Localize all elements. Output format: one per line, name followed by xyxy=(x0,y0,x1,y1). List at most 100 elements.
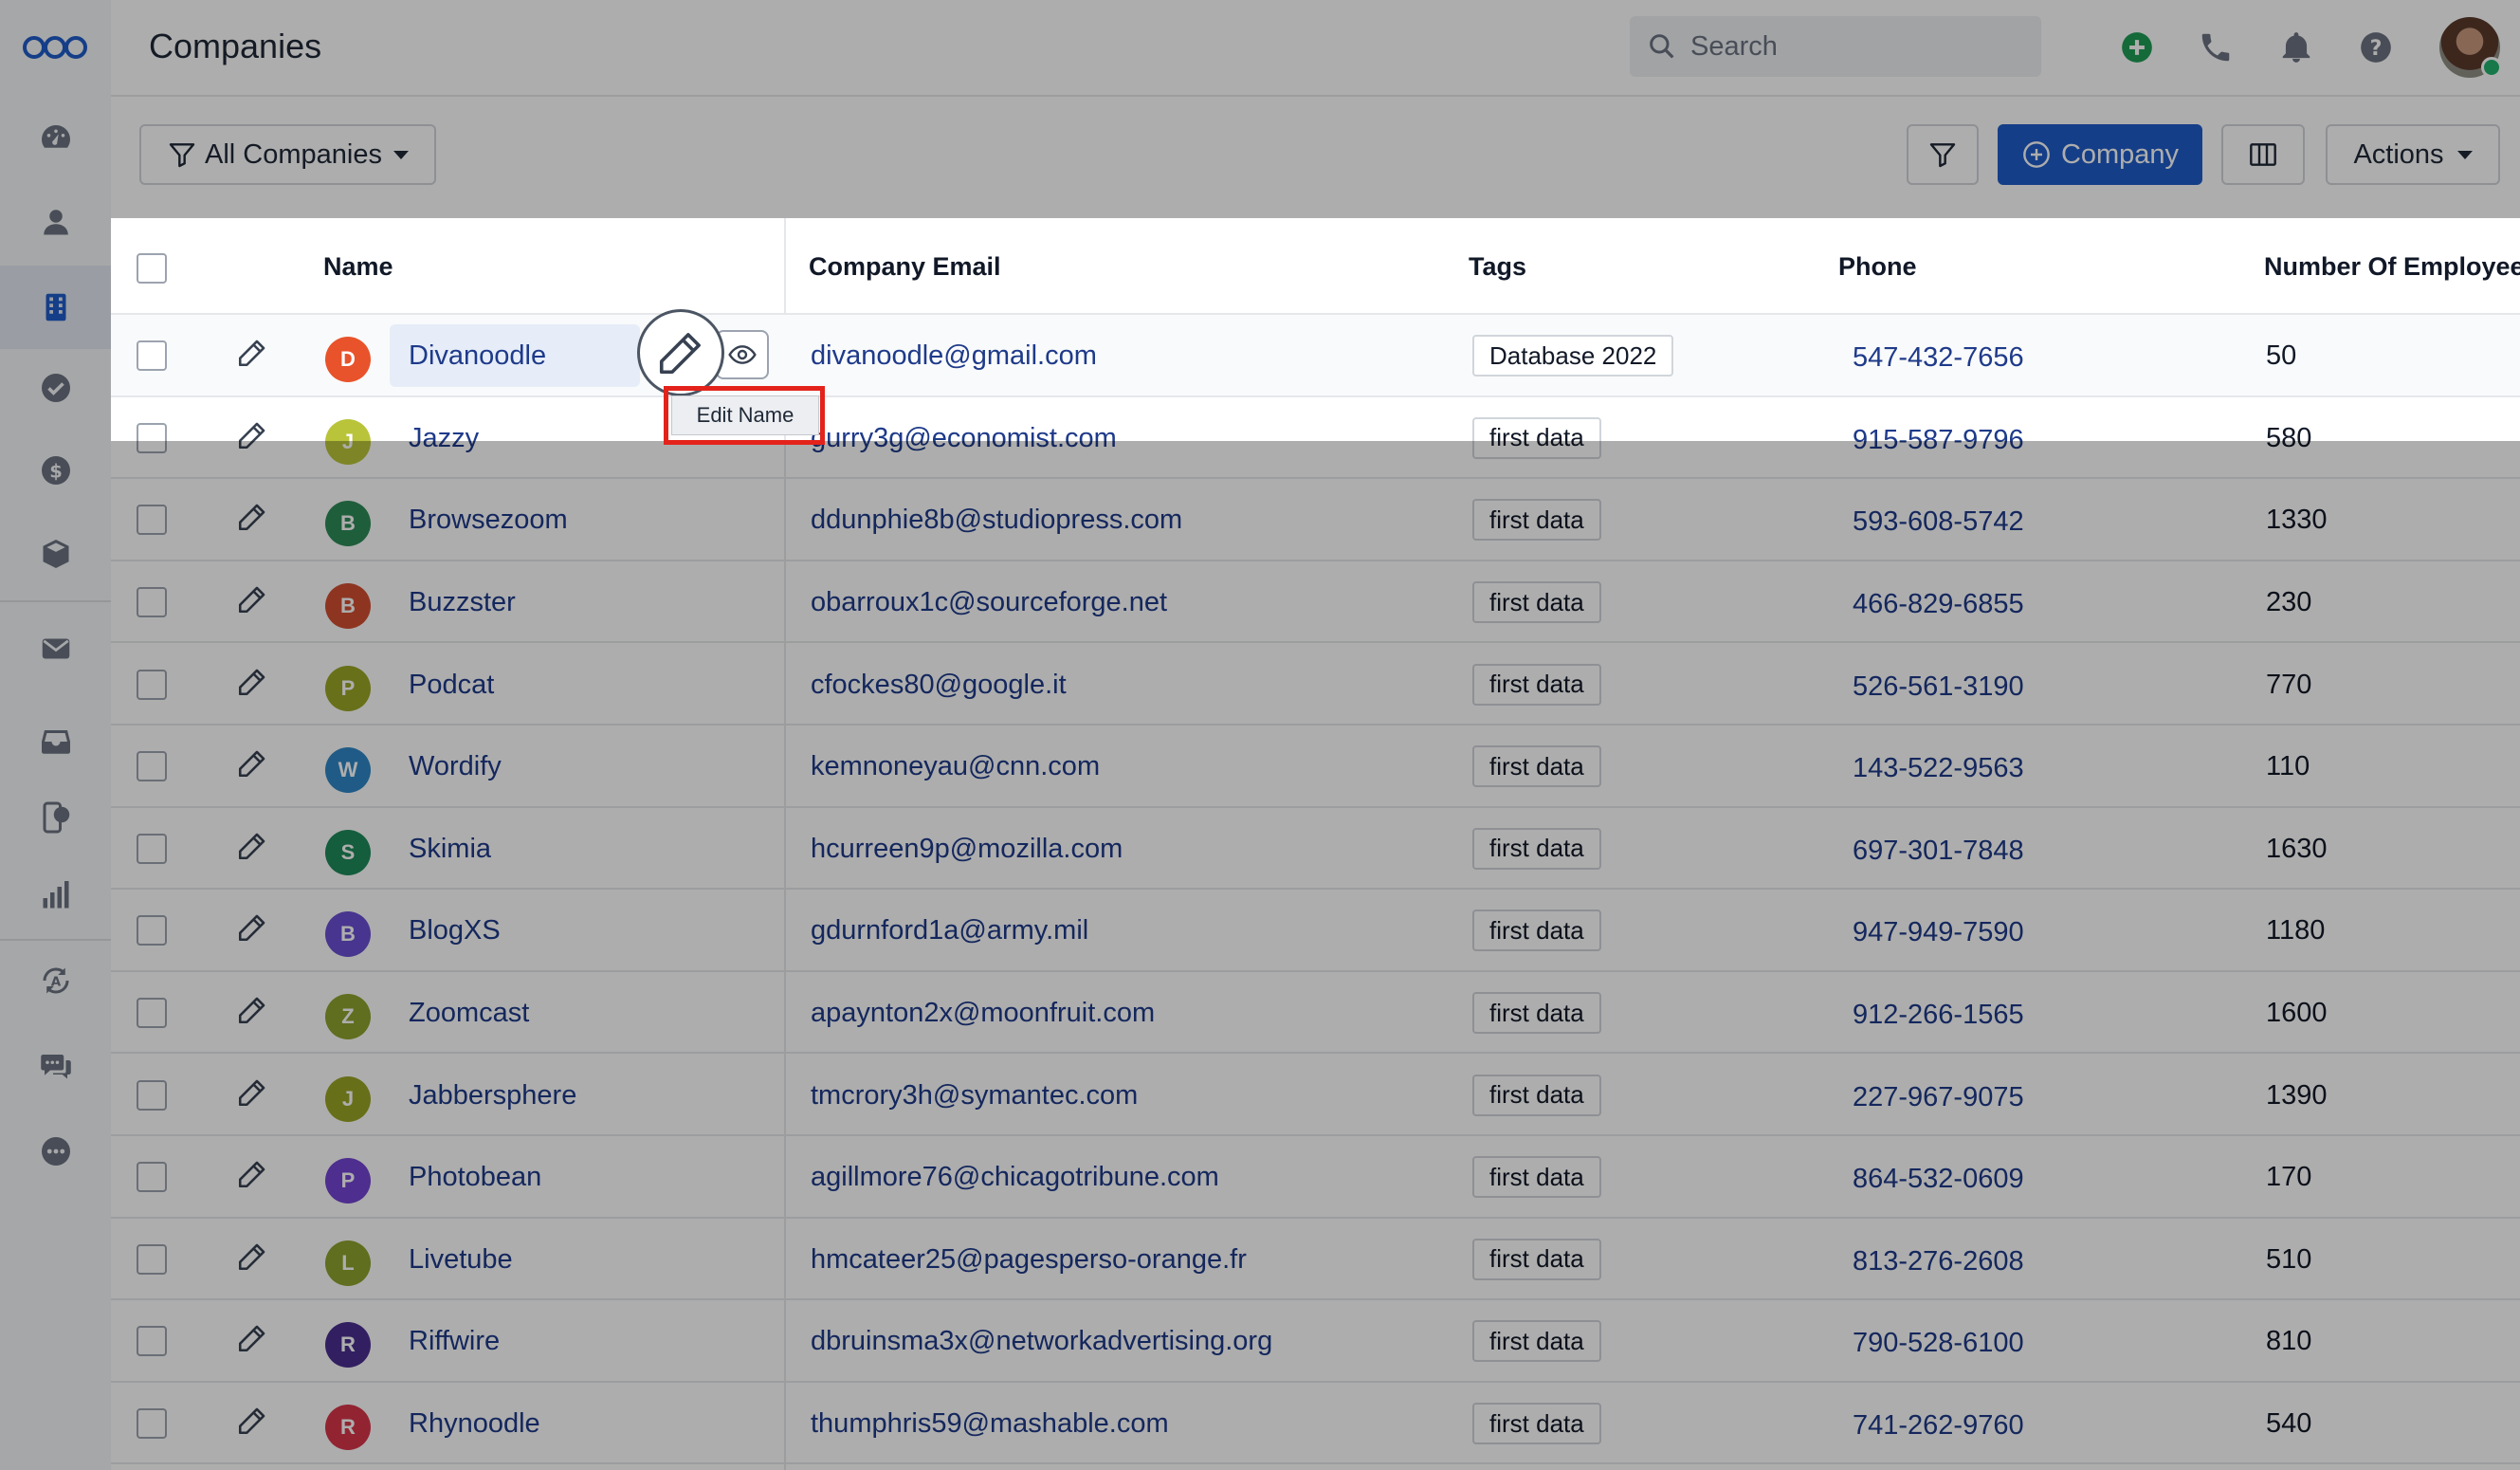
pencil-icon[interactable] xyxy=(236,747,268,780)
table-row[interactable]: B BlogXS gdurnford1a@army.mil first data… xyxy=(111,890,2520,972)
pencil-icon[interactable] xyxy=(236,1076,268,1109)
table-row[interactable]: W Wordify kemnoneyau@cnn.com first data … xyxy=(111,726,2520,808)
sidebar-item-tasks[interactable] xyxy=(0,346,111,430)
notifications-button[interactable] xyxy=(2277,28,2315,66)
table-row[interactable]: B Buzzster obarroux1c@sourceforge.net fi… xyxy=(111,561,2520,644)
sidebar-item-dashboard[interactable] xyxy=(0,95,111,178)
company-email-link[interactable]: apaynton2x@moonfruit.com xyxy=(811,998,1155,1029)
phone-link[interactable]: 741-262-9760 xyxy=(1853,1410,2024,1442)
table-row[interactable]: J Jabbersphere tmcrory3h@symantec.com fi… xyxy=(111,1054,2520,1136)
add-company-button[interactable]: Company xyxy=(1998,124,2202,185)
company-name-link[interactable]: Photobean xyxy=(409,1162,541,1193)
sidebar-item-email[interactable] xyxy=(0,607,111,690)
table-row[interactable]: Z Zoomcast apaynton2x@moonfruit.com firs… xyxy=(111,972,2520,1055)
app-logo[interactable] xyxy=(21,32,89,63)
sidebar-item-automation[interactable]: A xyxy=(0,939,111,1022)
company-email-link[interactable]: ddunphie8b@studiopress.com xyxy=(811,505,1182,536)
company-name-link[interactable]: Livetube xyxy=(409,1244,513,1276)
company-email-link[interactable]: divanoodle@gmail.com xyxy=(811,340,1097,372)
sidebar-item-more[interactable] xyxy=(0,1110,111,1193)
row-checkbox[interactable] xyxy=(137,1079,167,1111)
row-checkbox[interactable] xyxy=(137,915,167,946)
filter-button[interactable] xyxy=(1907,124,1979,185)
table-row[interactable]: B Browsezoom ddunphie8b@studiopress.com … xyxy=(111,479,2520,561)
phone-link[interactable]: 143-522-9563 xyxy=(1853,753,2024,784)
columns-button[interactable] xyxy=(2221,124,2305,185)
help-button[interactable]: ? xyxy=(2357,28,2395,66)
pencil-icon[interactable] xyxy=(236,994,268,1026)
phone-link[interactable]: 547-432-7656 xyxy=(1853,342,2024,374)
company-email-link[interactable]: obarroux1c@sourceforge.net xyxy=(811,587,1167,618)
table-row[interactable]: S Skimia hcurreen9p@mozilla.com first da… xyxy=(111,808,2520,891)
company-name-link[interactable]: Jazzy xyxy=(409,423,479,454)
sidebar-item-conversations[interactable] xyxy=(0,1024,111,1108)
company-email-link[interactable]: kemnoneyau@cnn.com xyxy=(811,751,1100,782)
pencil-icon[interactable] xyxy=(236,911,268,944)
phone-link[interactable]: 813-276-2608 xyxy=(1853,1246,2024,1277)
sidebar-item-products[interactable] xyxy=(0,512,111,596)
quick-add-button[interactable] xyxy=(2118,28,2156,66)
search-input[interactable] xyxy=(1689,29,2034,64)
company-name-link[interactable]: Buzzster xyxy=(409,587,516,618)
phone-link[interactable]: 526-561-3190 xyxy=(1853,671,2024,703)
column-header-email[interactable]: Company Email xyxy=(809,252,1001,282)
company-name-link[interactable]: Zoomcast xyxy=(409,998,529,1029)
sidebar-item-contacts[interactable] xyxy=(0,180,111,264)
pencil-icon[interactable] xyxy=(236,666,268,698)
company-name-link[interactable]: Podcat xyxy=(409,670,494,701)
company-name-link[interactable]: Rhynoodle xyxy=(409,1408,540,1440)
sidebar-item-companies[interactable] xyxy=(0,266,111,349)
phone-link[interactable]: 466-829-6855 xyxy=(1853,589,2024,620)
table-row[interactable]: P Photobean agillmore76@chicagotribune.c… xyxy=(111,1136,2520,1219)
row-checkbox[interactable] xyxy=(137,1243,167,1275)
phone-link[interactable]: 864-532-0609 xyxy=(1853,1164,2024,1195)
pencil-icon[interactable] xyxy=(236,830,268,862)
row-checkbox[interactable] xyxy=(137,422,167,453)
table-row[interactable]: J Jazzy gurry3g@economist.com first data… xyxy=(111,397,2520,480)
company-email-link[interactable]: hmcateer25@pagesperso-orange.fr xyxy=(811,1244,1247,1276)
company-email-link[interactable]: gdurnford1a@army.mil xyxy=(811,915,1088,946)
column-header-tags[interactable]: Tags xyxy=(1469,252,1526,282)
sidebar-item-deals[interactable]: $ xyxy=(0,429,111,512)
table-row[interactable]: L Livetube hmcateer25@pagesperso-orange.… xyxy=(111,1219,2520,1301)
company-name-link[interactable]: Wordify xyxy=(409,751,502,782)
row-checkbox[interactable] xyxy=(137,998,167,1029)
company-email-link[interactable]: thumphris59@mashable.com xyxy=(811,1408,1169,1440)
sidebar-item-reports[interactable] xyxy=(0,854,111,937)
pencil-icon[interactable] xyxy=(236,419,268,451)
phone-link[interactable]: 697-301-7848 xyxy=(1853,836,2024,867)
edit-name-button[interactable] xyxy=(637,309,724,396)
column-header-employees[interactable]: Number Of Employee xyxy=(2264,252,2520,282)
column-header-phone[interactable]: Phone xyxy=(1838,252,1917,282)
phone-link[interactable]: 790-528-6100 xyxy=(1853,1328,2024,1359)
company-email-link[interactable]: dbruinsma3x@networkadvertising.org xyxy=(811,1326,1272,1357)
pencil-icon[interactable] xyxy=(236,1240,268,1273)
phone-link[interactable]: 593-608-5742 xyxy=(1853,506,2024,538)
pencil-icon[interactable] xyxy=(236,501,268,533)
company-email-link[interactable]: gurry3g@economist.com xyxy=(811,423,1117,454)
phone-link[interactable]: 915-587-9796 xyxy=(1853,425,2024,456)
column-header-name[interactable]: Name xyxy=(323,252,393,282)
row-checkbox[interactable] xyxy=(137,1326,167,1357)
table-row[interactable]: P Podcat cfockes80@google.it first data … xyxy=(111,643,2520,726)
row-checkbox[interactable] xyxy=(137,1162,167,1193)
company-name-link[interactable]: Skimia xyxy=(409,834,491,865)
phone-button[interactable] xyxy=(2197,28,2235,66)
pencil-icon[interactable] xyxy=(236,1405,268,1437)
user-avatar[interactable] xyxy=(2439,17,2502,78)
table-row[interactable]: R Rhynoodle thumphris59@mashable.com fir… xyxy=(111,1383,2520,1465)
company-email-link[interactable]: cfockes80@google.it xyxy=(811,670,1067,701)
actions-dropdown[interactable]: Actions xyxy=(2326,124,2500,185)
company-email-link[interactable]: hcurreen9p@mozilla.com xyxy=(811,834,1123,865)
company-name-link[interactable]: Browsezoom xyxy=(409,505,568,536)
row-checkbox[interactable] xyxy=(137,340,167,372)
pencil-icon[interactable] xyxy=(236,337,268,369)
company-email-link[interactable]: agillmore76@chicagotribune.com xyxy=(811,1162,1219,1193)
row-checkbox[interactable] xyxy=(137,587,167,618)
company-name-link[interactable]: Divanoodle xyxy=(409,340,546,372)
table-row[interactable]: D Divanoodle divanoodle@gmail.com Databa… xyxy=(111,309,2520,397)
company-name-link[interactable]: BlogXS xyxy=(409,915,501,946)
pencil-icon[interactable] xyxy=(236,1158,268,1190)
phone-link[interactable]: 227-967-9075 xyxy=(1853,1082,2024,1113)
company-name-link[interactable]: Jabbersphere xyxy=(409,1080,576,1112)
